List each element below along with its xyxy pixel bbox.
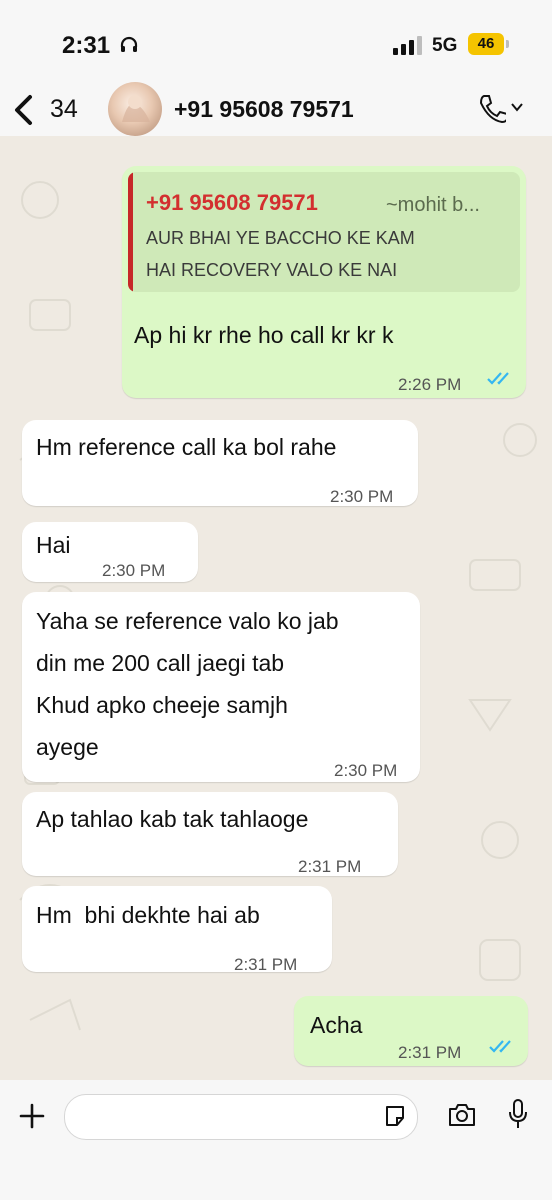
message-bubble-incoming[interactable]: Hm reference call ka bol rahe 2:30 PM (22, 420, 418, 506)
quote-accent-bar (128, 172, 133, 292)
message-bubble-incoming[interactable]: Ap tahlao kab tak tahlaoge 2:31 PM (22, 792, 398, 876)
plus-icon[interactable] (18, 1102, 46, 1130)
chat-header: 34 +91 95608 79571 (0, 82, 552, 136)
headset-icon (120, 36, 138, 52)
message-time: 2:30 PM (102, 561, 166, 580)
message-text: Acha (310, 1012, 363, 1038)
back-unread-count[interactable]: 34 (50, 95, 78, 124)
chevron-down-icon[interactable] (510, 101, 524, 113)
message-bubble-outgoing[interactable]: +91 95608 79571 ~mohit b... AUR BHAI YE … (122, 166, 526, 398)
quote-text: AUR BHAI YE BACCHO KE KAM HAI RECOVERY V… (146, 228, 415, 280)
signal-icon (393, 36, 422, 55)
phone-icon[interactable] (478, 93, 506, 123)
contact-name[interactable]: +91 95608 79571 (174, 96, 354, 123)
double-check-icon (489, 1040, 511, 1053)
battery-indicator: 46 (468, 33, 509, 55)
message-bubble-incoming[interactable]: Yaha se reference valo ko jab din me 200… (22, 592, 420, 782)
quote-sender: +91 95608 79571 (146, 190, 318, 215)
double-check-icon (487, 372, 509, 385)
sticker-icon[interactable] (383, 1104, 407, 1128)
message-bubble-outgoing[interactable]: Acha 2:31 PM (294, 996, 528, 1066)
camera-icon[interactable] (447, 1102, 477, 1128)
message-time: 2:30 PM (334, 761, 398, 780)
back-chevron-icon[interactable] (10, 94, 38, 126)
status-bar: 2:31 5G 46 (0, 0, 552, 86)
message-input[interactable] (64, 1094, 418, 1140)
message-text: Ap hi kr rhe ho call kr kr k (134, 322, 394, 348)
message-time: 2:26 PM (398, 375, 462, 394)
message-text: Yaha se reference valo ko jab din me 200… (36, 608, 339, 760)
avatar[interactable] (108, 82, 162, 136)
message-bubble-incoming[interactable]: Hai 2:30 PM (22, 522, 198, 582)
message-time: 2:31 PM (298, 857, 362, 876)
message-time: 2:31 PM (234, 955, 298, 974)
network-type: 5G (432, 35, 458, 56)
message-time: 2:31 PM (398, 1043, 462, 1062)
message-text: Ap tahlao kab tak tahlaoge (36, 806, 309, 832)
message-time: 2:30 PM (330, 487, 394, 506)
message-text: Hm reference call ka bol rahe (36, 434, 337, 460)
quote-alias: ~mohit b... (386, 194, 480, 216)
message-text: Hai (36, 532, 71, 558)
message-input-bar (0, 1080, 552, 1200)
message-bubble-incoming[interactable]: Hm bhi dekhte hai ab 2:31 PM (22, 886, 332, 974)
message-text: Hm bhi dekhte hai ab (36, 902, 260, 928)
quoted-message[interactable]: +91 95608 79571 ~mohit b... AUR BHAI YE … (128, 172, 520, 292)
microphone-icon[interactable] (508, 1098, 528, 1130)
status-time: 2:31 (62, 32, 111, 59)
